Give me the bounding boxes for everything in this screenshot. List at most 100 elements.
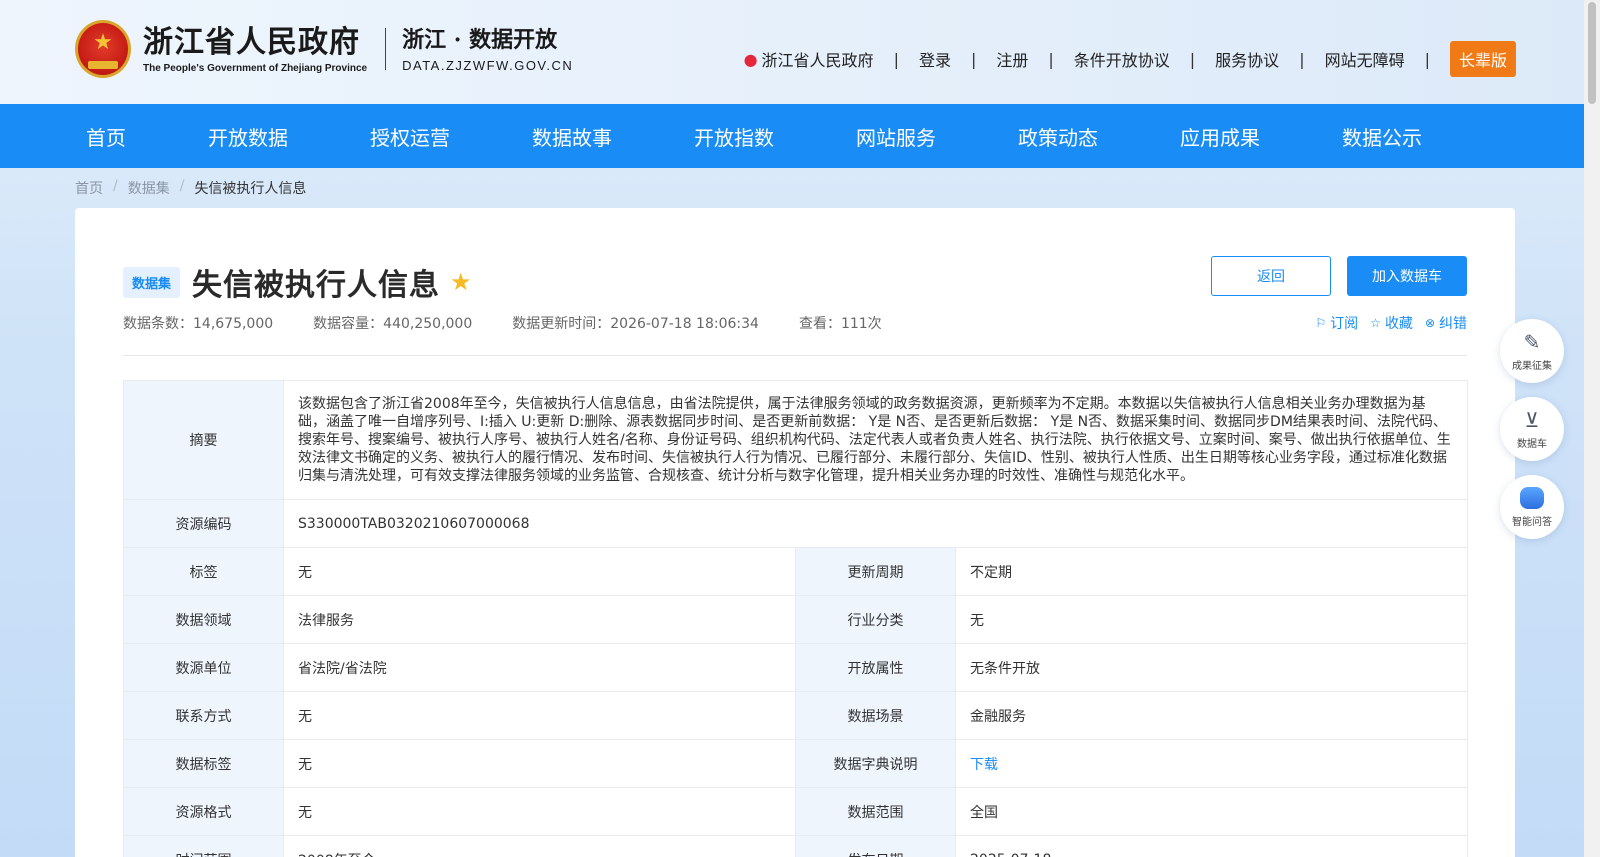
cell-value: 省法院/省法院: [283, 643, 796, 692]
add-to-cart-button[interactable]: 加入数据车: [1347, 256, 1467, 296]
table-row: 资源格式 无 数据范围 全国: [123, 787, 1468, 836]
link-separator: |: [1189, 49, 1196, 69]
cell-label: 标签: [123, 547, 284, 596]
link-separator: |: [1424, 49, 1430, 69]
table-row: 时间范围 2008年至今 发布日期 2025-07-18: [123, 835, 1468, 857]
subscribe-action[interactable]: ⚐ 订阅: [1315, 313, 1358, 333]
cell-value: 无: [283, 739, 796, 788]
site-logo[interactable]: ★ 浙江省人民政府 The People's Government of Zhe…: [75, 20, 573, 78]
cell-value: 下载: [955, 739, 1468, 788]
dataset-detail-card: 数据集 失信被执行人信息 ★ 返回 加入数据车 数据条数：14,675,000 …: [75, 208, 1515, 857]
page-scrollbar[interactable]: [1584, 0, 1600, 857]
results-collection-button[interactable]: ✎ 成果征集: [1500, 319, 1564, 383]
cell-label: 数据领域: [123, 595, 284, 644]
breadcrumb-home[interactable]: 首页: [75, 178, 103, 198]
meta-view-count: 查看：111次: [798, 316, 882, 332]
dictionary-download-link[interactable]: 下载: [970, 757, 998, 773]
cell-value: 全国: [955, 787, 1468, 836]
cell-label: 更新周期: [795, 547, 956, 596]
cell-label: 资源格式: [123, 787, 284, 836]
nav-item-authorized-ops[interactable]: 授权运营: [370, 122, 450, 151]
nav-item-open-data[interactable]: 开放数据: [208, 122, 288, 151]
location-pin-icon: ●: [743, 49, 758, 69]
link-separator: |: [893, 49, 899, 69]
breadcrumb-separator: /: [179, 178, 185, 194]
data-cart-button[interactable]: ⊻ 数据车: [1500, 397, 1564, 461]
abstract-label: 摘要: [123, 380, 284, 500]
robot-icon: [1520, 486, 1544, 509]
bookmark-icon: ⚐: [1315, 316, 1327, 330]
service-agreement-link[interactable]: 服务协议: [1215, 47, 1279, 71]
breadcrumb-separator: /: [113, 178, 118, 194]
nav-item-home[interactable]: 首页: [86, 122, 126, 151]
nav-item-policy-news[interactable]: 政策动态: [1018, 122, 1098, 151]
link-zj-gov[interactable]: 浙江省人民政府: [762, 47, 874, 71]
link-separator: |: [970, 49, 977, 69]
cell-label: 发布日期: [795, 835, 956, 857]
title-row: 数据集 失信被执行人信息 ★: [123, 260, 472, 304]
top-links: ● 浙江省人民政府 | 登录 | 注册 | 条件开放协议 | 服务协议 | 网站…: [744, 41, 1516, 77]
site-header: ★ 浙江省人民政府 The People's Government of Zhe…: [0, 0, 1600, 104]
nav-item-open-index[interactable]: 开放指数: [694, 122, 774, 151]
table-row: 标签 无 更新周期 不定期: [123, 547, 1468, 596]
abstract-text: 该数据包含了浙江省2008年至今，失信被执行人信息信息，由省法院提供，属于法律服…: [283, 380, 1468, 500]
nav-item-data-notice[interactable]: 数据公示: [1342, 122, 1422, 151]
cell-value: 2008年至今: [283, 835, 796, 857]
register-link[interactable]: 注册: [996, 47, 1028, 71]
cell-label: 联系方式: [123, 691, 284, 740]
cell-value: 无: [283, 787, 796, 836]
breadcrumb-datasets[interactable]: 数据集: [128, 178, 170, 198]
nav-item-site-services[interactable]: 网站服务: [856, 122, 936, 151]
logo-divider: [385, 28, 387, 70]
cell-value: 无条件开放: [955, 643, 1468, 692]
national-emblem-icon: ★: [75, 20, 131, 78]
close-circle-icon: ⊗: [1424, 316, 1435, 330]
tool-label: 智能问答: [1512, 516, 1552, 528]
cell-value: 不定期: [955, 547, 1468, 596]
star-outline-icon: ☆: [1370, 316, 1381, 330]
table-row: 摘要 该数据包含了浙江省2008年至今，失信被执行人信息信息，由省法院提供，属于…: [123, 380, 1468, 500]
smart-qa-button[interactable]: 智能问答: [1500, 475, 1564, 539]
back-button[interactable]: 返回: [1211, 256, 1331, 296]
resource-code-label: 资源编码: [123, 499, 284, 548]
accessibility-link[interactable]: 网站无障碍: [1325, 47, 1405, 71]
table-row: 数据领域 法律服务 行业分类 无: [123, 595, 1468, 644]
cell-label: 数据场景: [795, 691, 956, 740]
cell-label: 行业分类: [795, 595, 956, 644]
meta-update-time: 数据更新时间：2026-07-18 18:06:34: [512, 316, 759, 332]
site-name-cn: 浙江 · 数据开放: [402, 26, 558, 53]
side-toolbar: ✎ 成果征集 ⊻ 数据车 智能问答: [1500, 319, 1564, 553]
cell-label: 数据字典说明: [795, 739, 956, 788]
cell-value: 法律服务: [283, 595, 796, 644]
report-error-action[interactable]: ⊗ 纠错: [1425, 313, 1467, 333]
dataset-meta: 数据条数：14,675,000 数据容量：440,250,000 数据更新时间：…: [123, 313, 922, 333]
tool-label: 数据车: [1517, 438, 1547, 450]
site-name-en: DATA.ZJZWFW.GOV.CN: [402, 57, 574, 73]
cell-value: 无: [283, 691, 796, 740]
cell-label: 数据范围: [795, 787, 956, 836]
cell-value: 无: [283, 547, 796, 596]
favorite-action[interactable]: ☆ 收藏: [1370, 313, 1413, 333]
dataset-type-badge: 数据集: [123, 266, 181, 298]
subscribe-label: 订阅: [1330, 316, 1359, 332]
breadcrumb-current: 失信被执行人信息: [194, 181, 307, 197]
gov-name-en: The People's Government of Zhejiang Prov…: [143, 62, 368, 74]
link-separator: |: [1048, 49, 1054, 69]
favorite-label: 收藏: [1384, 316, 1413, 332]
edit-document-icon: ✎: [1523, 329, 1541, 354]
nav-item-data-stories[interactable]: 数据故事: [532, 122, 612, 151]
conditional-agreement-link[interactable]: 条件开放协议: [1074, 47, 1170, 71]
cart-icon: ⊻: [1524, 407, 1540, 432]
meta-record-count: 数据条数：14,675,000: [123, 316, 274, 332]
breadcrumb: 首页 / 数据集 / 失信被执行人信息: [75, 178, 306, 198]
login-link[interactable]: 登录: [919, 47, 951, 71]
page-title: 失信被执行人信息: [192, 268, 441, 303]
star-icon: ★: [450, 268, 472, 296]
table-row: 资源编码 S330000TAB0320210607000068: [123, 499, 1468, 548]
cell-label: 数据标签: [123, 739, 284, 788]
gov-name-cn: 浙江省人民政府: [143, 24, 360, 60]
nav-item-app-results[interactable]: 应用成果: [1180, 122, 1260, 151]
scrollbar-thumb[interactable]: [1588, 2, 1596, 104]
elder-mode-button[interactable]: 长辈版: [1449, 41, 1516, 77]
table-row: 联系方式 无 数据场景 金融服务: [123, 691, 1468, 740]
